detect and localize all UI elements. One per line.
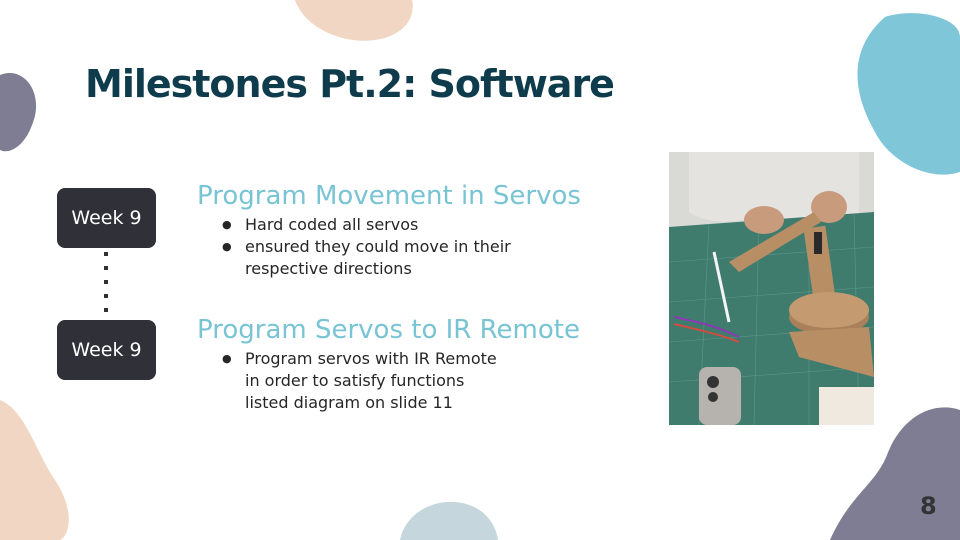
- milestone-1-heading: Program Movement in Servos: [197, 181, 581, 211]
- milestone-1-bullets: Hard coded all servos ensured they could…: [222, 214, 511, 280]
- week-badge-2: Week 9: [57, 320, 156, 380]
- week-badge-1: Week 9: [57, 188, 156, 248]
- bullet-line: Hard coded all servos: [245, 215, 419, 234]
- robot-arm-photo: [669, 152, 874, 425]
- slide-title: Milestones Pt.2: Software: [85, 62, 615, 106]
- peach-blob-bottom-left: [0, 400, 69, 540]
- bullet-line: listed diagram on slide 11: [245, 393, 453, 412]
- purple-blob-left: [0, 73, 37, 152]
- bullet-line: Program servos with IR Remote: [245, 349, 497, 368]
- bullet-line: respective directions: [245, 259, 412, 278]
- bullet-item: Program servos with IR Remote in order t…: [222, 348, 497, 414]
- peach-blob-top: [295, 0, 413, 41]
- bullet-line: ensured they could move in their: [245, 237, 511, 256]
- gray-blue-blob-bottom: [400, 501, 498, 540]
- bullet-item: Hard coded all servos: [222, 214, 511, 236]
- timeline-connector: [104, 252, 108, 322]
- bullet-line: in order to satisfy functions: [245, 371, 465, 390]
- bullet-item: ensured they could move in their respect…: [222, 236, 511, 280]
- page-number: 8: [920, 492, 937, 520]
- milestone-2-heading: Program Servos to IR Remote: [197, 315, 580, 345]
- milestone-2-bullets: Program servos with IR Remote in order t…: [222, 348, 497, 414]
- purple-blob-bottom-right: [830, 407, 960, 540]
